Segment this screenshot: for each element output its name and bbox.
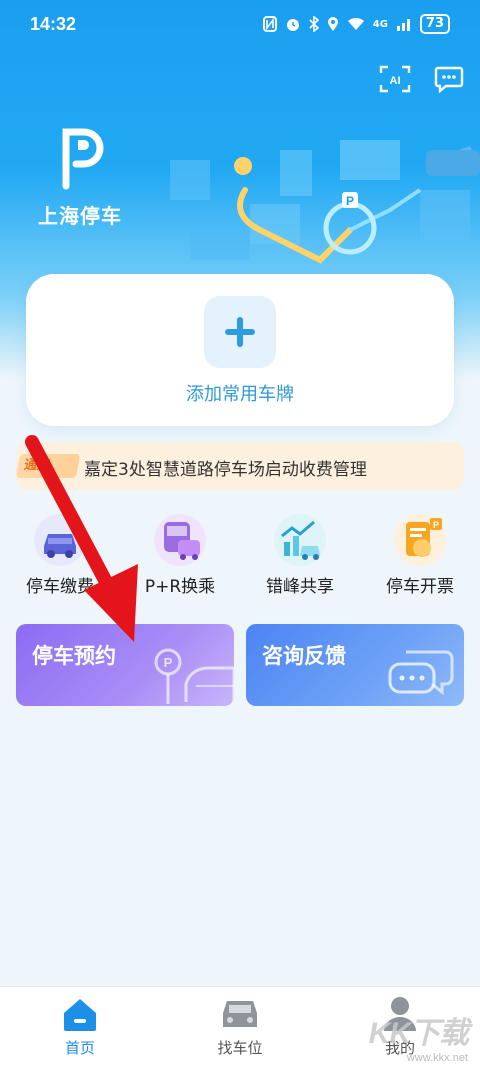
svg-text:P: P xyxy=(346,194,354,208)
add-plate-label: 添加常用车牌 xyxy=(186,384,294,405)
parking-invoice-icon: P xyxy=(392,512,448,568)
quick-label-pr-transfer: P+R换乘 xyxy=(144,577,216,597)
watermark: KK下载 www.kkx.net xyxy=(368,1008,469,1064)
add-plate-card[interactable]: 添加常用车牌 xyxy=(26,274,454,426)
bottom-tab-bar: 首页 找车位 我的 KK下载 www.kkx.net xyxy=(0,986,480,1068)
svg-text:P: P xyxy=(433,520,439,530)
feedback-chat-icon xyxy=(388,650,454,696)
parking-car-icon: P xyxy=(154,648,234,704)
header-actions: AI xyxy=(378,62,466,96)
app-logo: 上海停车 xyxy=(38,126,158,229)
city-illustration: P xyxy=(170,140,480,264)
car-payment-icon xyxy=(32,512,88,568)
app-name: 上海停车 xyxy=(38,204,122,228)
car-icon xyxy=(223,1001,257,1027)
consult-feedback-title: 咨询反馈 xyxy=(262,644,346,668)
bus-transfer-icon xyxy=(152,512,208,568)
quick-item-parking-invoice[interactable]: P 停车开票 xyxy=(360,512,480,597)
quick-item-off-peak-share[interactable]: 错峰共享 xyxy=(240,512,360,597)
signal-icon xyxy=(396,19,410,31)
network-type: 4G xyxy=(372,18,388,30)
tab-find-parking-label: 找车位 xyxy=(217,1039,263,1057)
home-icon xyxy=(64,999,96,1031)
off-peak-share-icon xyxy=(272,512,328,568)
tab-home[interactable]: 首页 xyxy=(20,995,140,1058)
svg-text:P: P xyxy=(164,655,173,670)
nfc-icon xyxy=(262,16,277,32)
tab-find-parking[interactable]: 找车位 xyxy=(180,995,300,1058)
quick-label-parking-invoice: 停车开票 xyxy=(386,577,454,597)
tab-home-label: 首页 xyxy=(64,1039,95,1057)
quick-actions: 停车缴费 P+R换乘 错峰共享 P 停车开票 xyxy=(0,512,480,604)
quick-item-parking-payment[interactable]: 停车缴费 xyxy=(0,512,120,597)
plus-icon xyxy=(225,317,255,347)
notice-tag: 通知 xyxy=(15,454,81,478)
watermark-url: www.kkx.net xyxy=(406,1052,468,1064)
notice-text: 嘉定3处智慧道路停车场启动收费管理 xyxy=(84,460,367,480)
chat-bubble-icon xyxy=(434,66,464,93)
message-button[interactable] xyxy=(432,62,466,96)
battery-indicator: 73 xyxy=(419,14,450,34)
add-plate-button[interactable] xyxy=(204,296,276,368)
location-icon xyxy=(327,17,338,31)
ai-scan-icon: AI xyxy=(379,65,411,93)
watermark-brand: KK下载 xyxy=(368,1017,469,1050)
parking-reservation-card[interactable]: 停车预约 P xyxy=(16,624,234,706)
ai-scan-button[interactable]: AI xyxy=(378,62,412,96)
status-bar: 14:32 4G 73 xyxy=(0,0,480,50)
quick-item-pr-transfer[interactable]: P+R换乘 xyxy=(120,512,240,597)
ai-scan-label: AI xyxy=(390,75,401,87)
parking-reservation-title: 停车预约 xyxy=(32,644,116,668)
consult-feedback-card[interactable]: 咨询反馈 xyxy=(246,624,464,706)
parking-p-logo-icon xyxy=(62,128,104,190)
quick-label-off-peak-share: 错峰共享 xyxy=(266,577,334,597)
wifi-icon xyxy=(347,17,364,30)
status-time: 14:32 xyxy=(30,14,77,34)
quick-label-parking-payment: 停车缴费 xyxy=(26,577,94,597)
bluetooth-icon xyxy=(309,16,319,32)
alarm-icon xyxy=(286,19,299,31)
notice-bar[interactable]: 通知 嘉定3处智慧道路停车场启动收费管理 xyxy=(15,442,464,490)
status-icons: 4G 73 xyxy=(262,14,450,34)
